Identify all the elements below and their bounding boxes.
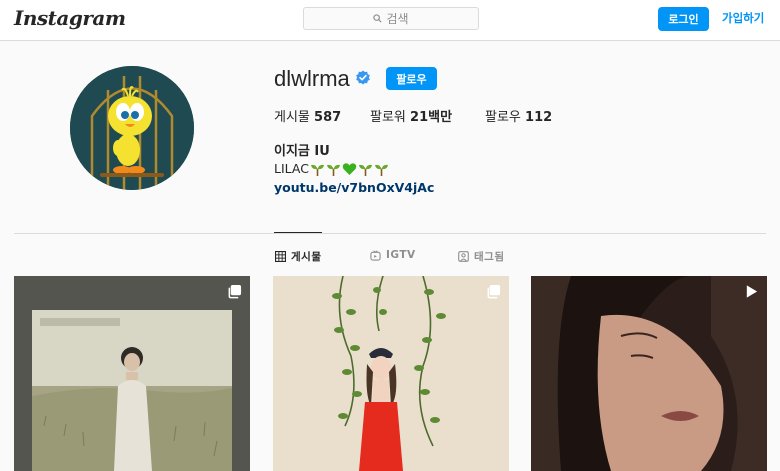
profile-bio: LILAC	[274, 161, 389, 176]
profile-avatar[interactable]	[70, 66, 194, 190]
grid-icon	[275, 251, 286, 262]
sprout-icon	[374, 164, 388, 176]
posts-label: 게시물	[274, 110, 310, 125]
search-input[interactable]: 검색	[303, 7, 479, 30]
igtv-icon	[370, 249, 381, 261]
tab-igtv-label: IGTV	[386, 249, 416, 261]
posts-count-stat: 게시물 587	[274, 106, 341, 125]
login-button[interactable]: 로그인	[658, 7, 709, 31]
green-heart-icon	[342, 162, 357, 175]
posts-count: 587	[314, 110, 342, 125]
bio-link[interactable]: youtu.be/v7bnOxV4jAc	[274, 180, 434, 195]
tab-tagged-label: 태그됨	[474, 251, 505, 263]
bio-text: LILAC	[274, 161, 309, 176]
signup-link[interactable]: 가입하기	[722, 10, 764, 26]
search-icon	[373, 14, 382, 23]
tab-igtv[interactable]: IGTV	[370, 249, 416, 261]
sprout-icon	[310, 164, 324, 176]
multiple-photos-icon	[487, 284, 501, 299]
following-label: 팔로우	[485, 110, 521, 125]
tabs-divider	[14, 233, 766, 234]
post-thumbnail[interactable]	[531, 276, 767, 471]
following-count: 112	[525, 110, 553, 125]
multiple-photos-icon	[228, 284, 242, 299]
following-stat[interactable]: 팔로우 112	[485, 106, 552, 125]
post-image	[273, 276, 509, 471]
profile-username: dlwlrma	[274, 66, 350, 91]
followers-count: 21백만	[410, 110, 453, 125]
tab-posts[interactable]: 게시물	[275, 249, 321, 264]
avatar-image	[70, 66, 194, 190]
post-image	[14, 276, 250, 471]
verified-badge-icon	[356, 70, 370, 85]
follow-button[interactable]: 팔로우	[386, 67, 437, 90]
followers-stat[interactable]: 팔로워 21백만	[370, 106, 452, 125]
top-navigation-bar: Instagram 검색 로그인 가입하기	[0, 0, 780, 41]
post-thumbnail[interactable]	[14, 276, 250, 471]
followers-label: 팔로워	[370, 110, 406, 125]
active-tab-indicator	[274, 232, 322, 233]
sprout-icon	[326, 164, 340, 176]
search-placeholder: 검색	[386, 12, 409, 26]
post-image	[531, 276, 767, 471]
instagram-logo[interactable]: Instagram	[14, 6, 126, 30]
profile-full-name: 이지금 IU	[274, 144, 330, 159]
tab-posts-label: 게시물	[291, 251, 322, 263]
post-thumbnail[interactable]	[273, 276, 509, 471]
sprout-icon	[358, 164, 372, 176]
play-icon	[746, 285, 758, 298]
tagged-icon	[458, 251, 469, 262]
tab-tagged[interactable]: 태그됨	[458, 249, 504, 264]
